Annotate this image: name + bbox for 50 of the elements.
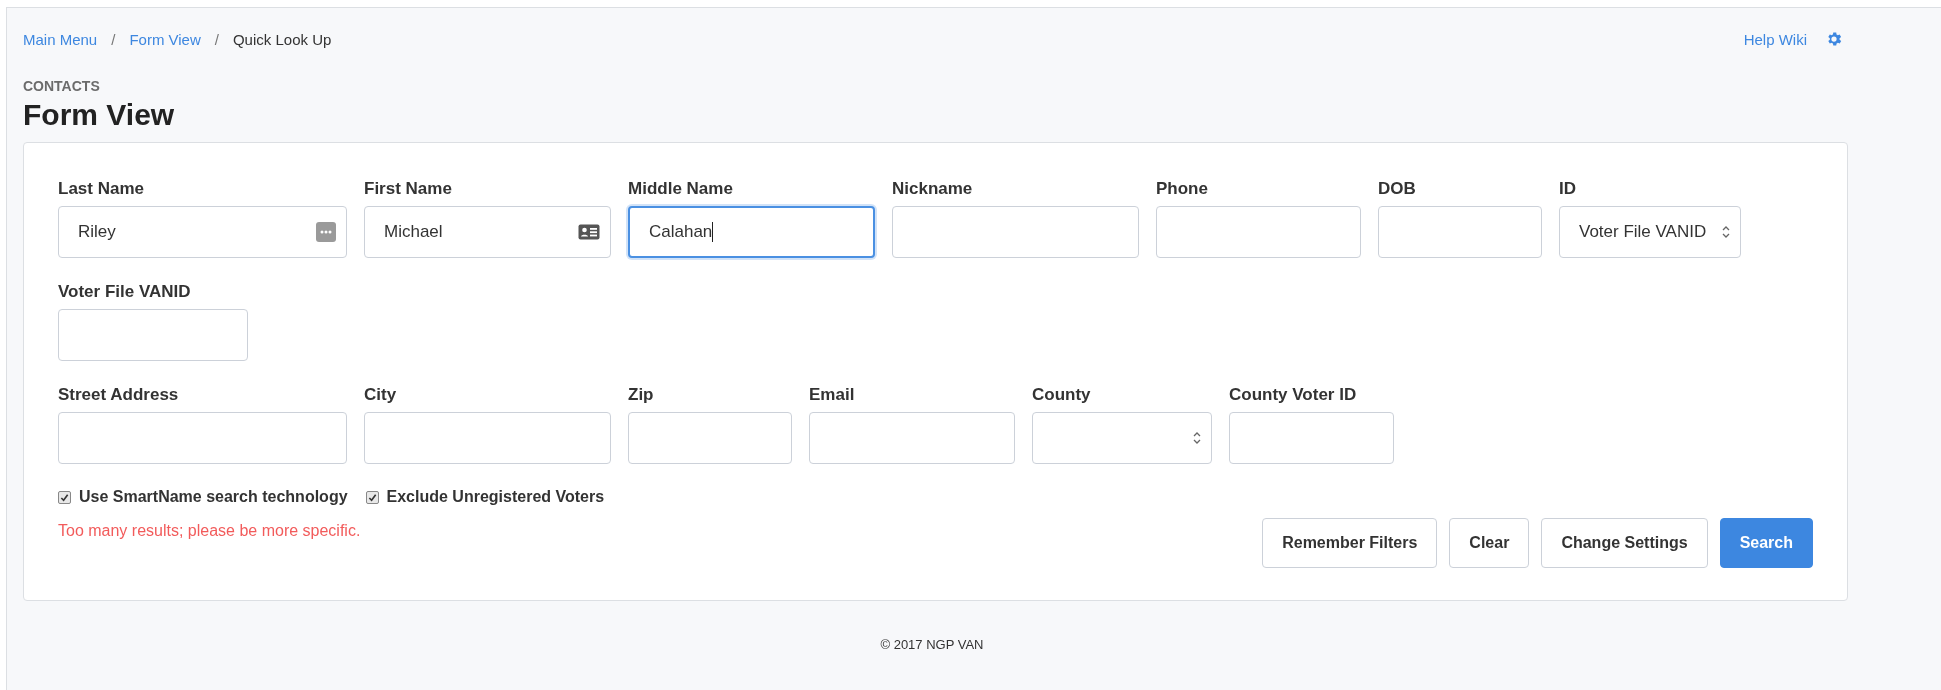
text-field[interactable] — [809, 412, 1015, 464]
field-label: Email — [809, 385, 856, 405]
text-field[interactable] — [1156, 206, 1361, 258]
page-title: Form View — [23, 98, 176, 132]
checkbox-label: Exclude Unregistered Voters — [386, 488, 605, 506]
text-field[interactable] — [892, 206, 1139, 258]
text-field[interactable] — [364, 412, 611, 464]
text-field[interactable]: Calahan — [628, 206, 875, 258]
text-field[interactable]: Michael — [364, 206, 611, 258]
breadcrumb-link[interactable]: Form View — [129, 30, 201, 48]
breadcrumb-link[interactable]: Main Menu — [23, 30, 98, 48]
field-label: Voter File VANID — [58, 282, 192, 302]
text-field[interactable] — [58, 412, 347, 464]
field-label: County — [1032, 385, 1092, 405]
chevron-updown-icon — [1722, 225, 1730, 239]
text-field[interactable] — [58, 309, 248, 361]
checkbox-label: Use SmartName search technology — [79, 488, 348, 506]
checkbox[interactable] — [365, 490, 379, 504]
field-label: Last Name — [58, 179, 145, 199]
field-label: Middle Name — [628, 179, 734, 199]
text-field[interactable] — [628, 412, 792, 464]
text-field[interactable] — [1378, 206, 1542, 258]
breadcrumb-separator: / — [111, 30, 116, 48]
field-label: DOB — [1378, 179, 1417, 199]
breadcrumb-separator: / — [214, 30, 219, 48]
field-label: ID — [1559, 179, 1577, 199]
help-link[interactable]: Help Wiki — [1743, 30, 1807, 48]
select-field[interactable]: Voter File VANID — [1559, 206, 1741, 258]
field-label: City — [364, 385, 398, 405]
checkbox[interactable] — [58, 490, 71, 504]
action-button[interactable]: Clear — [1449, 518, 1530, 568]
field-label: Phone — [1156, 179, 1209, 199]
error-message: Too many results; please be more specific. — [58, 522, 361, 540]
text-field[interactable]: Riley — [58, 206, 347, 258]
action-button[interactable]: Change Settings — [1541, 518, 1708, 568]
text-field[interactable] — [1229, 412, 1394, 464]
field-label: Nickname — [892, 179, 974, 199]
field-label: Zip — [628, 385, 655, 405]
action-button[interactable]: Remember Filters — [1262, 518, 1438, 568]
chevron-updown-icon — [1193, 431, 1201, 445]
select-field[interactable] — [1032, 412, 1212, 464]
breadcrumb-current: Quick Look Up — [232, 30, 332, 48]
field-label: First Name — [364, 179, 453, 199]
search-button[interactable]: Search — [1719, 518, 1813, 568]
field-label: County Voter ID — [1229, 385, 1358, 405]
field-label: Street Address — [58, 385, 180, 405]
section-label: CONTACTS — [23, 78, 101, 94]
more-icon[interactable] — [316, 222, 336, 242]
footer-text: © 2017 NGP VAN — [879, 637, 985, 652]
contact-card-icon[interactable] — [578, 224, 600, 240]
